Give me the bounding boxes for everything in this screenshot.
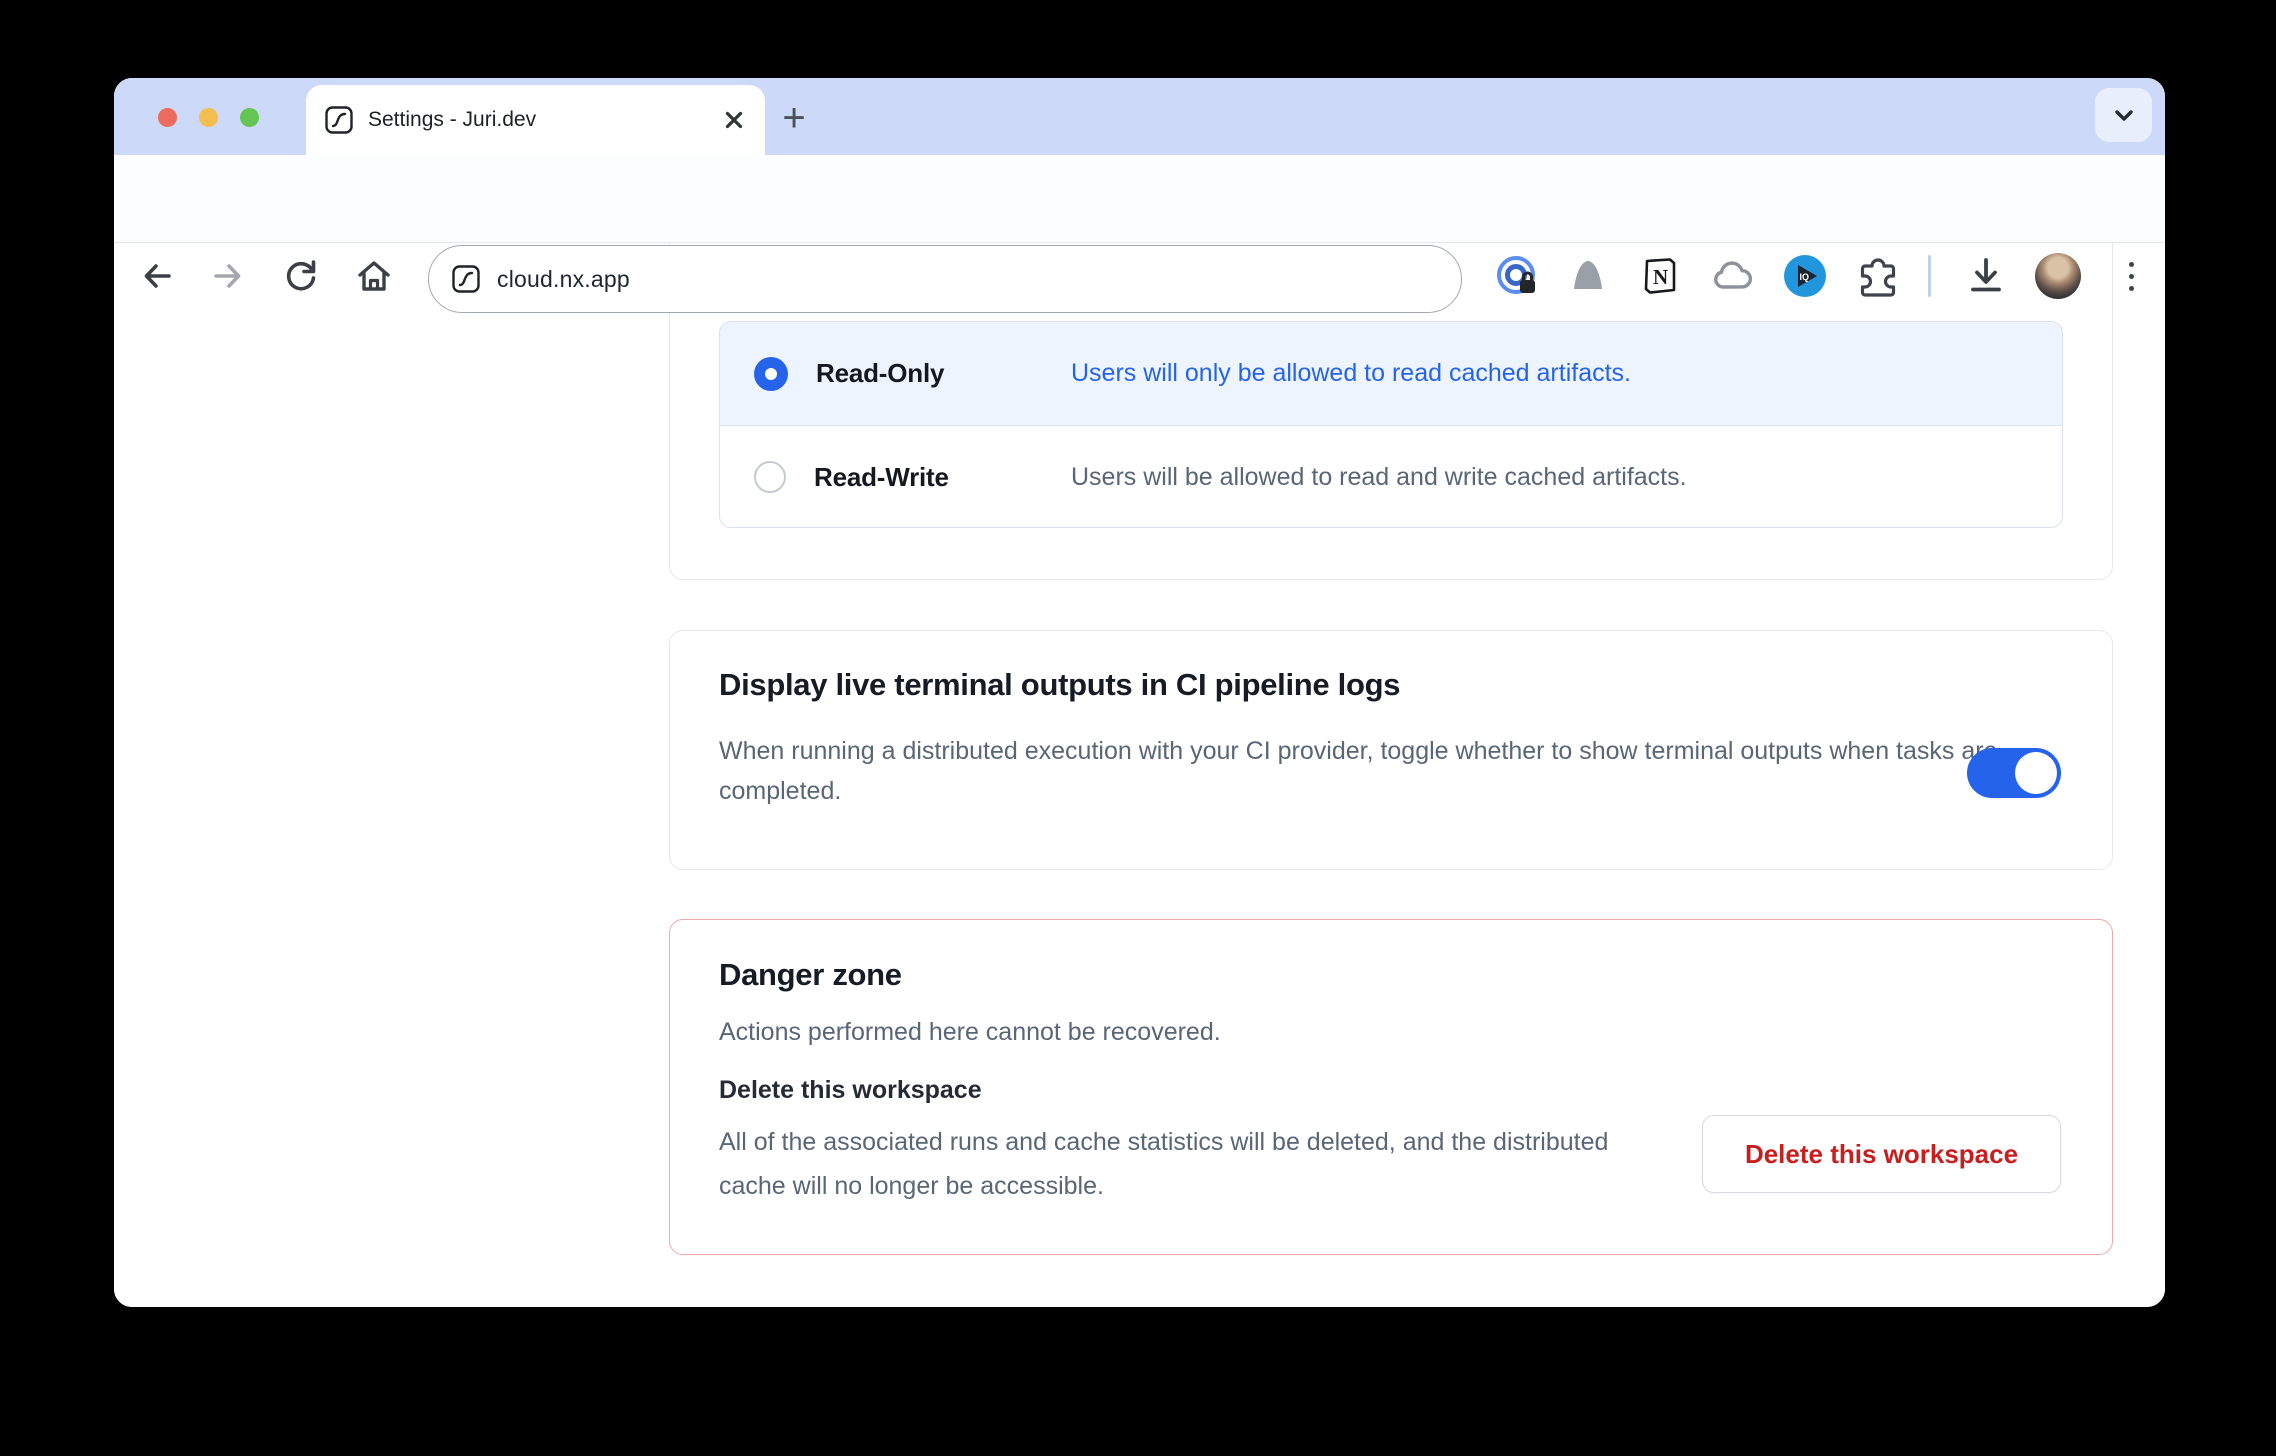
minimize-window-button[interactable] — [199, 108, 218, 127]
1password-icon[interactable] — [1494, 253, 1540, 299]
browser-window: Settings - Juri.dev + — [114, 78, 2165, 1307]
browser-toolbar: cloud.nx.app N — [114, 155, 2165, 243]
delete-workspace-label: Delete this workspace — [719, 1076, 982, 1105]
tab-title: Settings - Juri.dev — [368, 108, 713, 132]
home-button[interactable] — [350, 252, 398, 300]
danger-zone-card: Danger zone Actions performed here canno… — [669, 919, 2113, 1255]
forward-button[interactable] — [204, 252, 252, 300]
address-bar[interactable]: cloud.nx.app — [428, 245, 1462, 313]
danger-zone-title: Danger zone — [719, 957, 902, 993]
tab-close-icon[interactable] — [721, 107, 747, 133]
toolbar-divider — [1928, 255, 1931, 297]
close-window-button[interactable] — [158, 108, 177, 127]
url-text: cloud.nx.app — [497, 266, 630, 293]
chevron-down-icon — [2111, 102, 2137, 128]
zoom-window-button[interactable] — [240, 108, 259, 127]
toggle-knob — [2015, 752, 2057, 794]
terminal-outputs-card: Display live terminal outputs in CI pipe… — [669, 630, 2113, 870]
delete-workspace-button[interactable]: Delete this workspace — [1702, 1115, 2061, 1193]
home-icon — [352, 254, 396, 298]
tab-strip: Settings - Juri.dev + — [114, 78, 2165, 155]
desktop-background: Settings - Juri.dev + — [0, 0, 2276, 1456]
read-only-description: Users will only be allowed to read cache… — [1071, 359, 1631, 388]
read-write-option[interactable]: Read-Write Users will be allowed to read… — [720, 426, 2062, 528]
danger-zone-subtitle: Actions performed here cannot be recover… — [719, 1018, 1221, 1047]
arc-browser-icon[interactable] — [1565, 253, 1611, 299]
profile-avatar[interactable] — [2035, 253, 2081, 299]
forward-arrow-icon — [206, 254, 250, 298]
cloud-sync-icon[interactable] — [1709, 253, 1755, 299]
iq-play-icon[interactable]: IQ — [1782, 253, 1828, 299]
tab-list-chevron-button[interactable] — [2095, 88, 2152, 142]
downloads-button[interactable] — [1963, 253, 2009, 299]
terminal-outputs-toggle[interactable] — [1967, 748, 2061, 798]
delete-workspace-description: All of the associated runs and cache sta… — [719, 1120, 1659, 1208]
browser-tab-settings[interactable]: Settings - Juri.dev — [306, 85, 765, 155]
read-write-description: Users will be allowed to read and write … — [1071, 463, 1687, 492]
read-write-label: Read-Write — [814, 462, 949, 493]
radio-unselected-icon[interactable] — [754, 461, 786, 493]
reload-button[interactable] — [277, 252, 325, 300]
kebab-dot — [2129, 262, 2134, 267]
extensions-puzzle-icon[interactable] — [1855, 253, 1901, 299]
kebab-dot — [2129, 274, 2134, 279]
read-only-label: Read-Only — [816, 358, 944, 389]
radio-selected-icon[interactable] — [754, 357, 788, 391]
svg-text:N: N — [1653, 265, 1668, 289]
back-button[interactable] — [133, 252, 181, 300]
site-nx-cloud-icon — [451, 264, 481, 294]
notion-icon[interactable]: N — [1637, 253, 1683, 299]
browser-menu-button[interactable] — [2120, 254, 2142, 298]
nx-cloud-favicon — [324, 105, 354, 135]
reload-icon — [279, 254, 323, 298]
terminal-outputs-title: Display live terminal outputs in CI pipe… — [719, 667, 1400, 703]
page-content: token?Learn more. Read-Only Users will o… — [114, 243, 2165, 1307]
svg-text:IQ: IQ — [1800, 272, 1810, 282]
access-scope-radio-group: Read-Only Users will only be allowed to … — [719, 321, 2063, 528]
new-tab-button[interactable]: + — [771, 95, 817, 141]
download-icon — [1963, 253, 2009, 299]
terminal-outputs-description: When running a distributed execution wit… — [719, 731, 1999, 811]
read-only-option[interactable]: Read-Only Users will only be allowed to … — [720, 322, 2062, 426]
back-arrow-icon — [135, 254, 179, 298]
window-controls — [158, 108, 259, 127]
kebab-dot — [2129, 286, 2134, 291]
